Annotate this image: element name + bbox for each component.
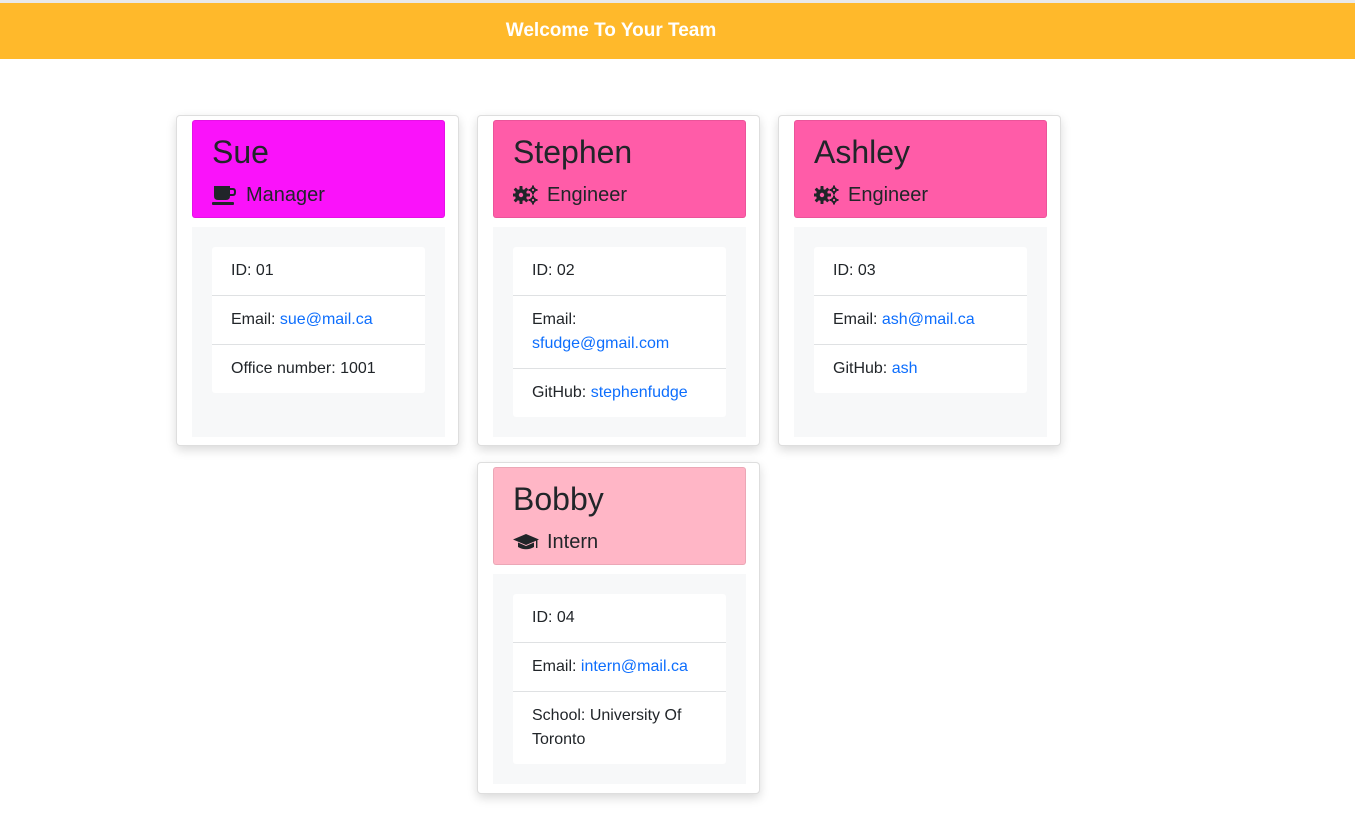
id-item: ID: 02 [513,247,726,295]
id-label: ID: [532,609,557,626]
employee-card-sue: Sue Manager ID: 01 Email: sue@mail.ca Of… [176,115,459,446]
info-list: ID: 04 Email: intern@mail.ca School: Uni… [513,594,726,764]
github-label: GitHub: [833,360,892,377]
email-link[interactable]: sfudge@gmail.com [532,335,669,352]
info-list: ID: 03 Email: ash@mail.ca GitHub: ash [814,247,1027,393]
employee-name: Ashley [814,134,911,170]
email-link[interactable]: ash@mail.ca [882,311,975,328]
employee-name: Sue [212,134,269,170]
employee-card-stephen: Stephen Engineer ID: 02 Email: sfudge@gm… [477,115,760,446]
info-list: ID: 02 Email: sfudge@gmail.com GitHub: s… [513,247,726,417]
card-body: ID: 04 Email: intern@mail.ca School: Uni… [493,574,746,784]
page-title: Welcome To Your Team [505,20,717,41]
id-value: 04 [556,609,575,626]
role-label: Engineer [848,183,929,206]
github-link[interactable]: ash [892,360,918,377]
id-value: 01 [255,262,274,279]
id-item: ID: 03 [814,247,1027,295]
email-label: Email: [231,311,280,328]
email-item: Email: ash@mail.ca [814,295,1027,344]
card-body: ID: 03 Email: ash@mail.ca GitHub: ash [794,227,1047,437]
school-label: School: [532,707,590,724]
card-header: Sue Manager [192,120,445,218]
info-list: ID: 01 Email: sue@mail.ca Office number:… [212,247,425,393]
id-label: ID: [833,262,858,279]
email-item: Email: sue@mail.ca [212,295,425,344]
employee-role: Intern [513,528,598,556]
office-number-value: 1001 [340,360,376,377]
email-label: Email: [532,658,581,675]
employee-role: Engineer [513,181,627,209]
id-value: 03 [857,262,876,279]
github-item: GitHub: ash [814,344,1027,393]
id-item: ID: 01 [212,247,425,295]
employee-card-bobby: Bobby Intern ID: 04 Email: intern@mail.c… [477,462,760,794]
employee-role: Manager [212,181,325,209]
email-item: Email: intern@mail.ca [513,642,726,691]
gears-icon [513,185,539,205]
id-item: ID: 04 [513,594,726,642]
employee-name: Bobby [513,481,604,517]
office-number-item: Office number: 1001 [212,344,425,393]
office-number-label: Office number: [231,360,341,377]
graduation-cap-icon [513,532,539,552]
github-label: GitHub: [532,384,591,401]
card-header: Bobby Intern [493,467,746,565]
email-link[interactable]: sue@mail.ca [280,311,373,328]
school-item: School: University Of Toronto [513,691,726,764]
employee-role: Engineer [814,181,928,209]
id-value: 02 [556,262,575,279]
role-label: Engineer [547,183,628,206]
role-label: Manager [246,183,325,206]
header-banner: Welcome To Your Team [0,3,1355,59]
employee-name: Stephen [513,134,633,170]
email-label: Email: [833,311,882,328]
email-link[interactable]: intern@mail.ca [581,658,688,675]
card-body: ID: 01 Email: sue@mail.ca Office number:… [192,227,445,437]
card-body: ID: 02 Email: sfudge@gmail.com GitHub: s… [493,227,746,437]
github-item: GitHub: stephenfudge [513,368,726,417]
employee-card-ashley: Ashley Engineer ID: 03 Email: ash@mail.c… [778,115,1061,446]
card-header: Ashley Engineer [794,120,1047,218]
github-link[interactable]: stephenfudge [591,384,688,401]
coffee-mug-icon [212,185,238,205]
email-item: Email: sfudge@gmail.com [513,295,726,368]
role-label: Intern [547,530,599,553]
id-label: ID: [532,262,557,279]
card-header: Stephen Engineer [493,120,746,218]
email-label: Email: [532,311,577,328]
id-label: ID: [231,262,256,279]
gears-icon [814,185,840,205]
